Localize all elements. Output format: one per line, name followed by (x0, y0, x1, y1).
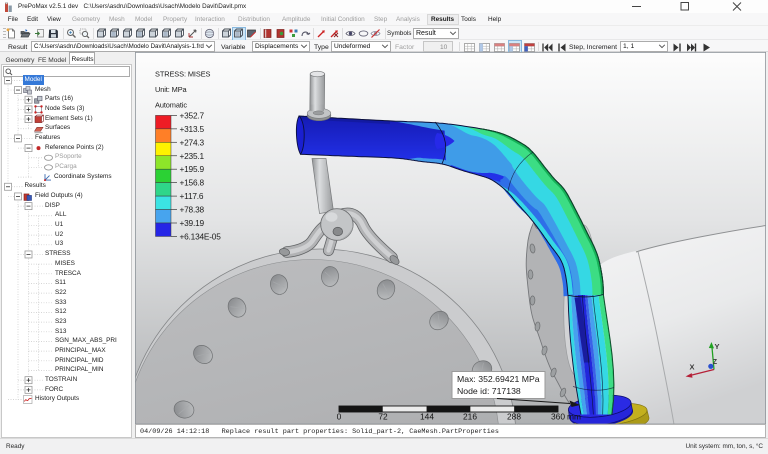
svg-text:72: 72 (378, 411, 388, 421)
svg-text:144: 144 (420, 411, 434, 421)
svg-text:0: 0 (337, 411, 342, 421)
svg-text:Unit: MPa: Unit: MPa (155, 85, 188, 94)
svg-text:+235.1: +235.1 (180, 150, 205, 160)
svg-text:+352.7: +352.7 (180, 110, 205, 120)
svg-text:Z: Z (713, 359, 718, 366)
svg-text:Node id: 717138: Node id: 717138 (457, 386, 521, 396)
svg-text:+313.5: +313.5 (180, 123, 205, 133)
svg-text:360: 360 (551, 411, 565, 421)
svg-text:mm: mm (567, 411, 581, 421)
svg-text:+274.3: +274.3 (180, 137, 205, 147)
svg-text:288: 288 (507, 411, 521, 421)
svg-text:+117.6: +117.6 (180, 191, 204, 201)
svg-text:216: 216 (463, 411, 477, 421)
svg-text:+156.8: +156.8 (180, 177, 205, 187)
svg-text:Max: 352.69421 MPa: Max: 352.69421 MPa (457, 374, 540, 384)
svg-text:+6.134E-05: +6.134E-05 (180, 231, 222, 241)
svg-text:Y: Y (715, 342, 720, 351)
svg-text:+39.19: +39.19 (180, 218, 205, 228)
svg-text:X: X (690, 362, 695, 371)
svg-text:+195.9: +195.9 (180, 164, 205, 174)
svg-text:+78.38: +78.38 (180, 204, 205, 214)
svg-text:STRESS: MISES: STRESS: MISES (155, 69, 211, 78)
svg-text:Automatic: Automatic (155, 100, 187, 109)
